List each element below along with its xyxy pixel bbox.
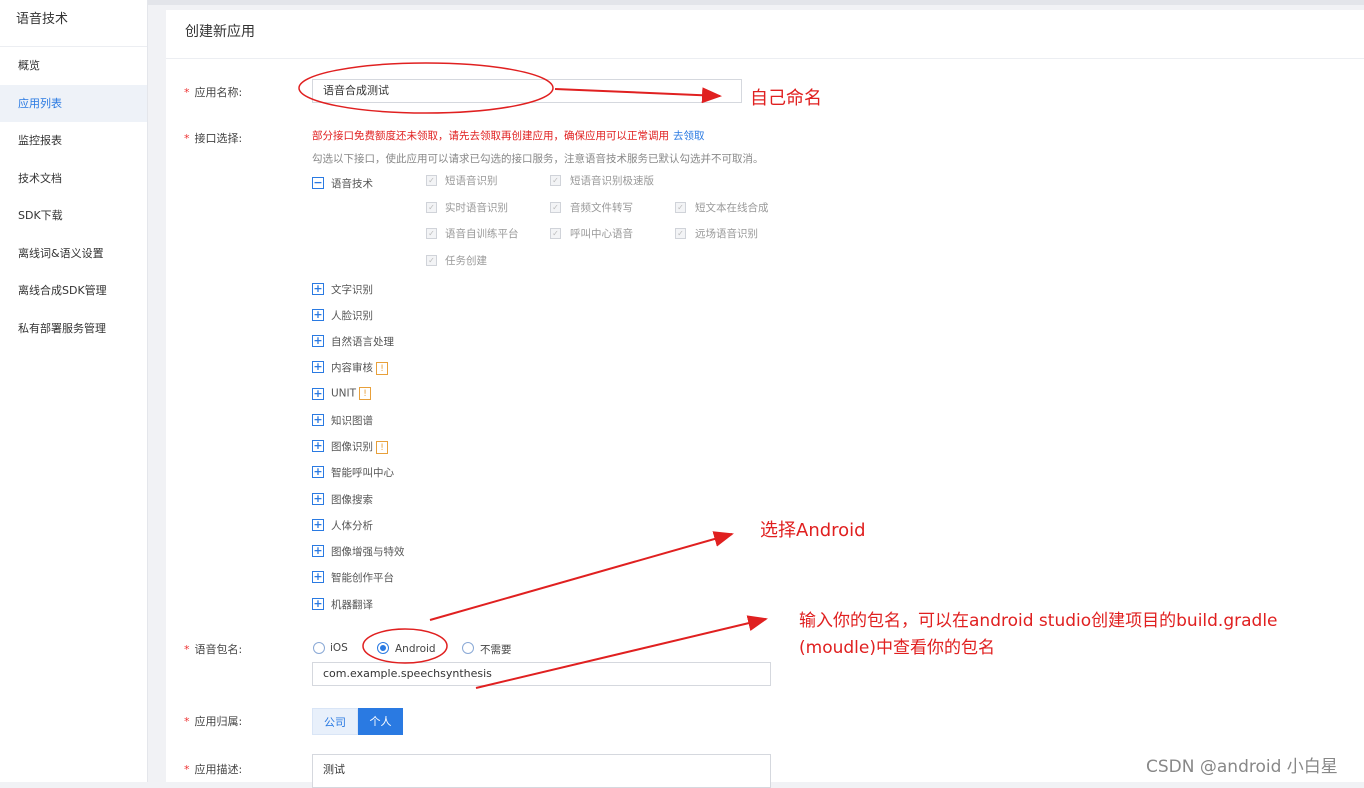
annotation-package-note-1: 输入你的包名，可以在android studio创建项目的build.gradl… <box>799 611 1278 631</box>
annotation-package-note-2: (moudle)中查看你的包名 <box>799 638 995 658</box>
name-highlight-ellipse <box>298 62 554 114</box>
annotation-android-note: 选择Android <box>760 520 866 541</box>
android-arrow <box>429 531 734 621</box>
name-arrow <box>554 87 722 104</box>
annotation-name-note: 自己命名 <box>750 88 822 109</box>
android-highlight-ellipse <box>362 628 448 664</box>
watermark: CSDN @android 小白星 <box>1146 757 1338 777</box>
annotation-overlay <box>298 62 768 689</box>
package-arrow <box>475 615 768 689</box>
